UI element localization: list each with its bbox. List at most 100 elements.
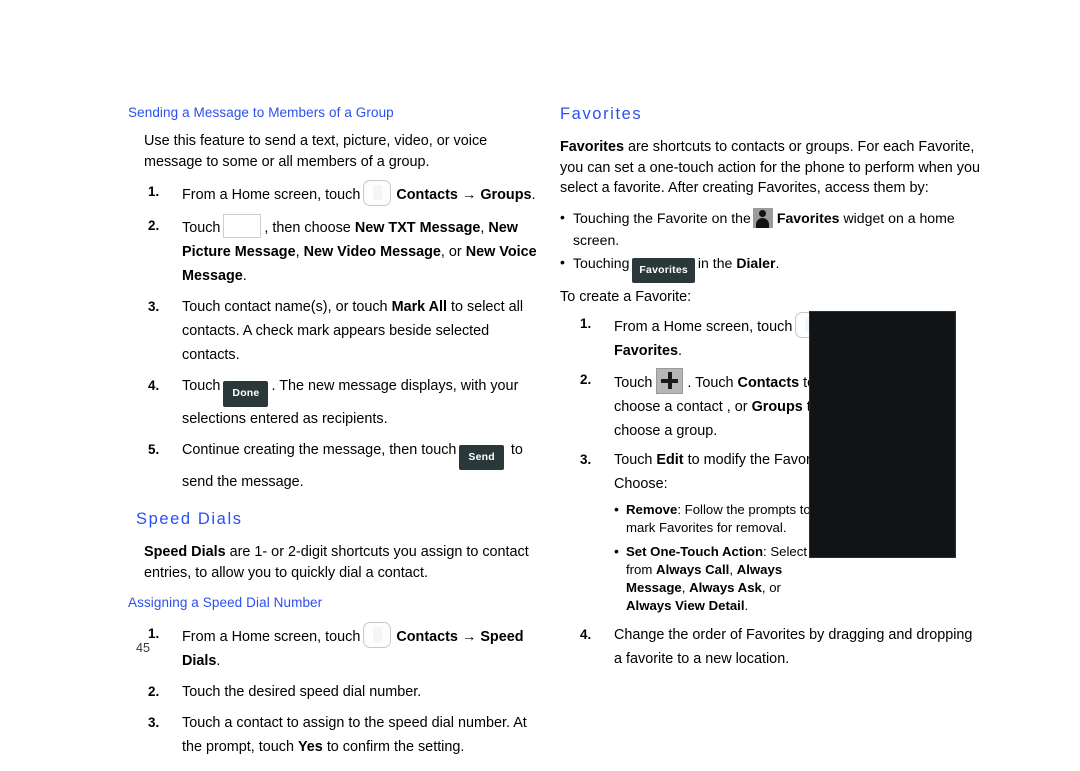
create-favorite-steps-cont: 4. Change the order of Favorites by drag… <box>560 623 980 671</box>
bullet-text: Touching <box>573 254 630 271</box>
step-text: Continue creating the message, then touc… <box>182 441 457 458</box>
step-number: 3. <box>148 299 160 315</box>
send-button[interactable]: Send <box>459 444 504 471</box>
bold-speed-dials: Speed Dials <box>144 544 226 561</box>
step-number: 4. <box>580 626 592 642</box>
step-period: . <box>242 268 247 285</box>
favorites-button[interactable]: Favorites <box>632 257 695 284</box>
step-text: Touch contact name(s), or touch <box>182 299 388 316</box>
edit-choose-bullets: Remove: Follow the prompts to mark Favor… <box>614 500 824 615</box>
separator: , or <box>761 579 781 595</box>
step-item: 3. Touch a contact to assign to the spee… <box>128 711 538 759</box>
arrow-icon: → <box>461 628 477 645</box>
contacts-icon[interactable] <box>363 180 392 207</box>
bold-contacts: Contacts <box>737 374 800 391</box>
separator: , <box>295 244 300 261</box>
step-number: 1. <box>148 184 160 200</box>
bold-always-ask: Always Ask <box>689 579 762 595</box>
step-number: 2. <box>148 218 160 234</box>
list-item: TouchingFavoritesin the Dialer. <box>560 251 980 284</box>
manual-page: Sending a Message to Members of a Group … <box>0 0 1080 771</box>
list-item: Touching the Favorite on theFavorites wi… <box>560 206 980 251</box>
step-item: 1. From a Home screen, touch Contacts → S… <box>128 621 538 673</box>
intro-paragraph-group-message: Use this feature to send a text, picture… <box>144 133 488 170</box>
step-number: 2. <box>580 371 592 387</box>
plus-icon[interactable] <box>656 367 684 394</box>
step-text: Change the order of Favorites by draggin… <box>614 626 973 667</box>
step-text: Touch <box>182 378 221 395</box>
step-number: 3. <box>580 451 592 467</box>
left-column: Sending a Message to Members of a Group … <box>128 105 538 766</box>
step-text: Touch <box>614 451 653 468</box>
page-number: 45 <box>136 641 150 655</box>
bold-new-txt-message: New TXT Message <box>354 220 481 237</box>
step-period: . <box>678 342 682 359</box>
bold-contacts: Contacts <box>396 628 458 645</box>
bold-always-view-detail: Always View Detail <box>626 597 745 613</box>
speed-dial-steps: 1. From a Home screen, touch Contacts → S… <box>128 621 538 759</box>
step-number: 5. <box>148 441 160 457</box>
bold-mark-all: Mark All <box>391 299 448 316</box>
step-number: 3. <box>148 714 160 730</box>
bold-contacts: Contacts <box>396 187 458 204</box>
bullet-period: . <box>744 597 749 613</box>
blank-button-icon[interactable] <box>223 214 262 239</box>
step-text: From a Home screen, touch <box>614 318 793 335</box>
step-text: From a Home screen, touch <box>182 628 361 645</box>
group-message-steps: 1. From a Home screen, touch Contacts → G… <box>128 180 538 494</box>
separator: , <box>729 561 734 577</box>
bold-remove: Remove <box>626 501 678 517</box>
step-number: 2. <box>148 683 160 699</box>
step-period: . <box>216 652 221 669</box>
bold-yes: Yes <box>298 738 323 755</box>
bold-groups: Groups <box>480 187 532 204</box>
bold-favorites: Favorites <box>560 139 624 156</box>
step-period: . <box>531 187 536 204</box>
create-favorite-lead: To create a Favorite: <box>560 289 692 306</box>
bullet-text-mid: in the <box>697 254 733 271</box>
favorites-widget-icon[interactable] <box>752 207 773 228</box>
list-item: Remove: Follow the prompts to mark Favor… <box>614 500 824 537</box>
favorites-access-bullets: Touching the Favorite on theFavorites wi… <box>560 206 980 284</box>
list-item: Set One-Touch Action: Select from Always… <box>614 542 824 615</box>
done-button[interactable]: Done <box>223 381 269 407</box>
step-text: From a Home screen, touch <box>182 187 361 204</box>
heading-speed-dials: Speed Dials <box>136 510 243 529</box>
step-number: 4. <box>148 378 160 394</box>
subheading-sending-message: Sending a Message to Members of a Group <box>128 105 394 120</box>
device-screenshot-placeholder <box>809 311 956 558</box>
arrow-icon: → <box>461 187 477 204</box>
step-text: Touch <box>182 220 221 237</box>
step-item: 1. From a Home screen, touch Contacts → G… <box>128 180 538 207</box>
bold-set-one-touch-action: Set One-Touch Action <box>626 543 763 559</box>
bold-always-call: Always Call <box>656 561 730 577</box>
bold-groups: Groups <box>751 398 803 415</box>
contacts-icon[interactable] <box>363 621 392 648</box>
bold-edit: Edit <box>656 451 684 468</box>
separator: , <box>681 579 686 595</box>
step-text-mid: , then choose <box>264 220 351 237</box>
step-text-mid: . Touch <box>687 374 734 391</box>
subheading-assigning-speed-dial: Assigning a Speed Dial Number <box>128 595 323 611</box>
favorites-intro: Favorites are shortcuts to contacts or g… <box>560 137 980 199</box>
bold-favorites: Favorites <box>776 209 840 226</box>
step-number: 1. <box>580 315 592 331</box>
step-text-tail: to confirm the setting. <box>326 738 465 755</box>
step-text: Touch <box>614 374 653 391</box>
bold-favorites: Favorites <box>614 342 678 359</box>
step-item: 2. Touch the desired speed dial number. <box>128 680 538 704</box>
heading-favorites: Favorites <box>560 105 643 123</box>
speed-dials-intro: Speed Dials are 1- or 2-digit shortcuts … <box>128 542 538 583</box>
separator: , or <box>440 244 462 261</box>
step-text: Touch the desired speed dial number. <box>182 683 422 700</box>
step-item: 3. Touch contact name(s), or touch Mark … <box>128 295 538 367</box>
bold-new-video-message: New Video Message <box>303 244 441 261</box>
step-item: 5. Continue creating the message, then t… <box>128 438 538 495</box>
step-item: 2. Touch , then choose New TXT Message, N… <box>128 214 538 288</box>
separator: , <box>480 220 485 237</box>
bullet-text: Touching the Favorite on the <box>573 209 751 226</box>
step-item: 4. Touch Done. The new message displays, … <box>128 374 538 431</box>
bold-dialer: Dialer <box>736 254 776 271</box>
bullet-period: . <box>775 254 780 271</box>
step-item: 4. Change the order of Favorites by drag… <box>560 623 980 671</box>
